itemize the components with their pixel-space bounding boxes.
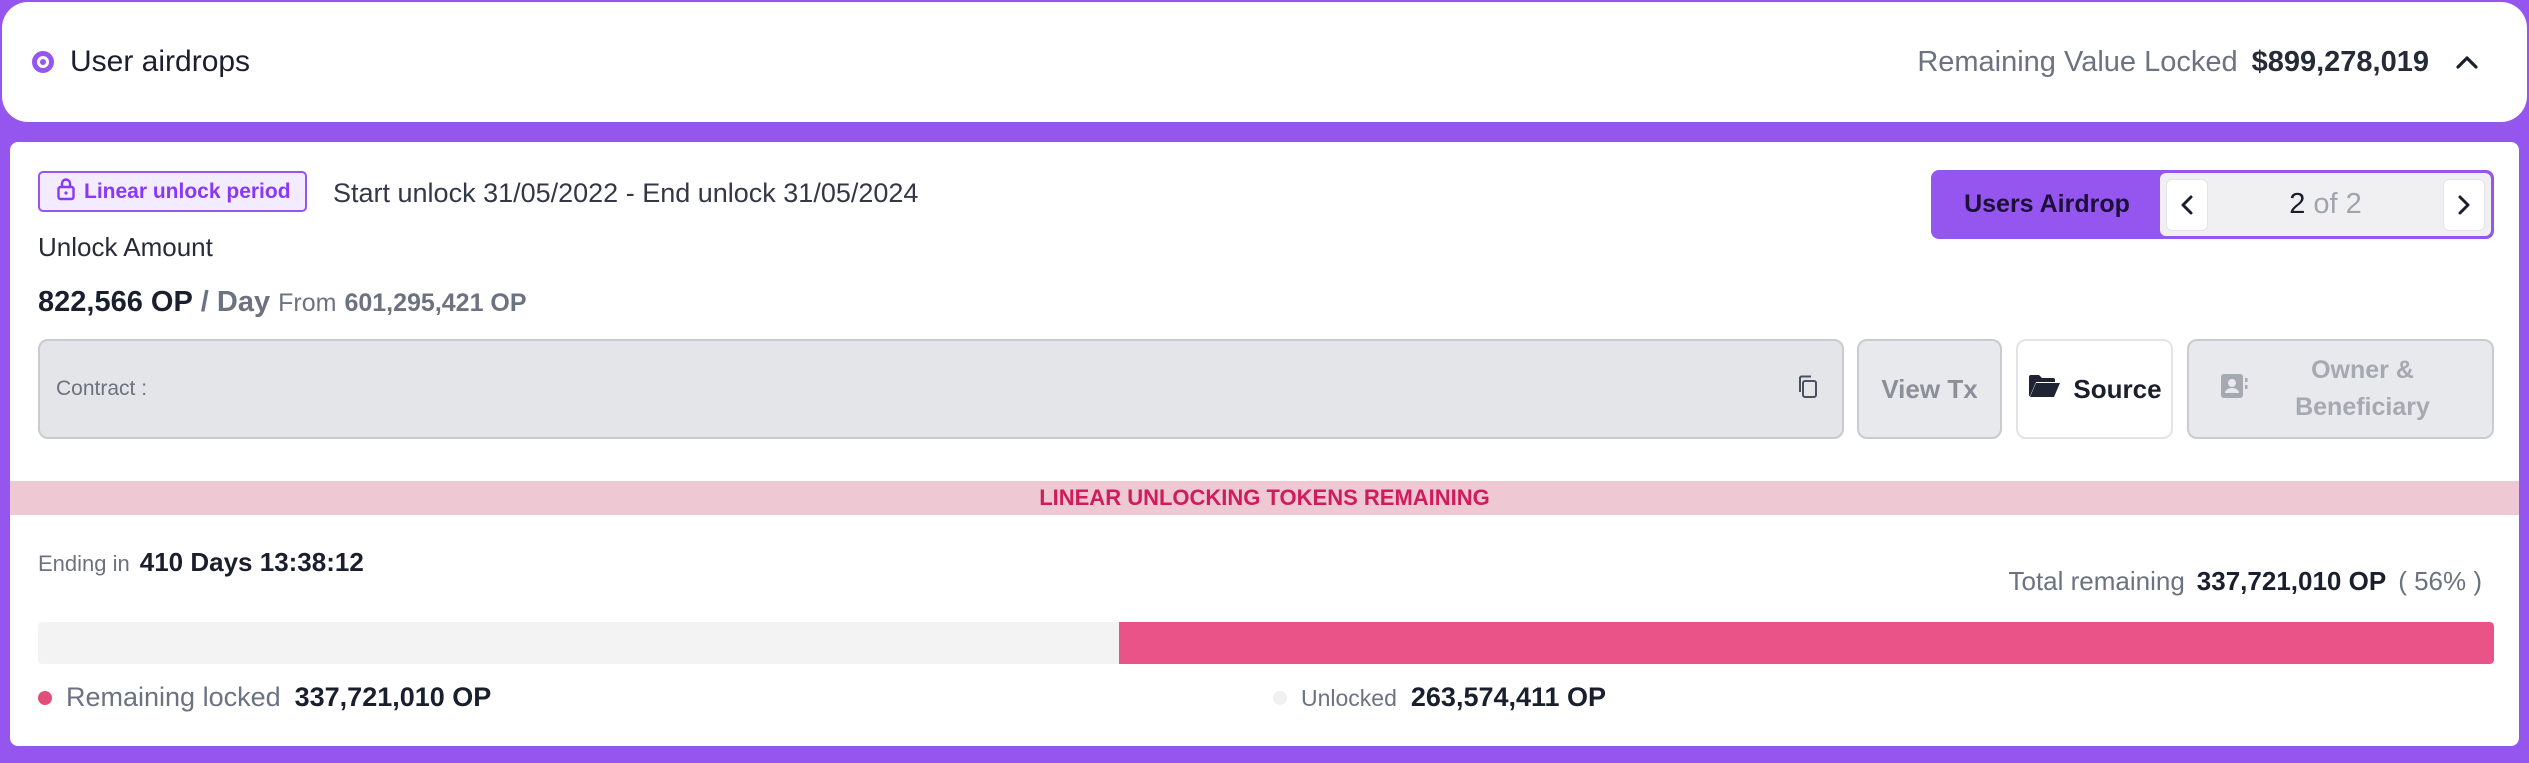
remaining-value-locked-label: Remaining Value Locked	[1917, 45, 2238, 78]
header-left: User airdrops	[32, 45, 250, 79]
unlock-date-range: Start unlock 31/05/2022 - End unlock 31/…	[333, 178, 919, 208]
lock-icon	[56, 177, 76, 207]
contract-label: Contract :	[56, 377, 148, 400]
page-total: of 2	[2313, 188, 2362, 220]
remaining-dot-icon	[38, 690, 52, 705]
total-remaining-value: 337,721,010 OP	[2196, 566, 2387, 596]
owner-beneficiary-button[interactable]: Owner & Beneficiary	[2187, 339, 2494, 439]
chevron-up-icon[interactable]	[2443, 38, 2491, 86]
unlock-amount-label: Unlock Amount	[38, 232, 213, 262]
chevron-left-icon	[2181, 195, 2193, 214]
rate-period: / Day	[200, 286, 271, 318]
ending-value: 410 Days 13:38:12	[139, 547, 364, 577]
view-tx-button[interactable]: View Tx	[1857, 339, 2002, 439]
pager: 2 of 2	[2160, 173, 2491, 236]
airdrop-section-header[interactable]: User airdrops Remaining Value Locked $89…	[2, 2, 2527, 122]
unlock-progress-bar	[38, 622, 2494, 664]
header-right: Remaining Value Locked $899,278,019	[1917, 38, 2491, 86]
remaining-value-locked-value: $899,278,019	[2251, 45, 2429, 78]
next-page-button[interactable]	[2442, 178, 2485, 231]
legend-remaining-locked: Remaining locked 337,721,010 OP	[38, 682, 491, 713]
linear-unlocking-banner: LINEAR UNLOCKING TOKENS REMAINING	[10, 481, 2519, 515]
current-page: 2	[2289, 188, 2306, 220]
ending-label: Ending in	[38, 551, 130, 576]
legend-remaining-value: 337,721,010 OP	[294, 682, 492, 712]
contract-field[interactable]: Contract :	[38, 339, 1844, 439]
legend-unlocked: Unlocked 263,574,411 OP	[1273, 682, 1606, 713]
folder-open-icon	[2027, 373, 2061, 406]
legend-unlocked-value: 263,574,411 OP	[1410, 682, 1607, 712]
total-remaining-label: Total remaining	[2008, 566, 2185, 596]
owner-label-line1: Owner &	[2311, 356, 2414, 384]
total-remaining: Total remaining 337,721,010 OP ( 56% )	[2008, 566, 2482, 597]
copy-icon[interactable]	[1796, 374, 1820, 405]
total-remaining-percent: ( 56% )	[2398, 566, 2482, 596]
users-airdrop-label: Users Airdrop	[1964, 190, 2130, 218]
rate-from-label: From	[278, 289, 337, 317]
owner-label-line2: Beneficiary	[2295, 393, 2430, 421]
legend-remaining-label: Remaining locked	[66, 682, 281, 712]
badge-label: Linear unlock period	[84, 179, 291, 203]
section-title: User airdrops	[70, 45, 251, 78]
source-button[interactable]: Source	[2016, 339, 2173, 439]
rate-from-amount: 601,295,421 OP	[344, 289, 527, 317]
remaining-locked-fill	[1118, 622, 2494, 664]
airdrop-pager-control: Users Airdrop 2 of 2	[1931, 170, 2494, 239]
source-button-label: Source	[2073, 373, 2162, 404]
rate-amount: 822,566 OP	[38, 286, 193, 318]
owner-beneficiary-label: Owner & Beneficiary	[2263, 352, 2463, 426]
legend-unlocked-label: Unlocked	[1301, 685, 1397, 711]
chevron-right-icon	[2458, 195, 2470, 214]
page-indicator: 2 of 2	[2289, 188, 2362, 221]
contact-card-icon	[2219, 372, 2249, 407]
prev-page-button[interactable]	[2166, 178, 2208, 231]
linear-unlock-badge: Linear unlock period	[38, 171, 307, 212]
unlocked-dot-icon	[1273, 690, 1287, 705]
airdrop-detail-card: Linear unlock period Start unlock 31/05/…	[10, 142, 2519, 746]
unlock-rate: 822,566 OP / Day From 601,295,421 OP	[38, 286, 527, 319]
ending-countdown: Ending in 410 Days 13:38:12	[38, 547, 364, 578]
radio-dot-icon	[32, 51, 54, 73]
